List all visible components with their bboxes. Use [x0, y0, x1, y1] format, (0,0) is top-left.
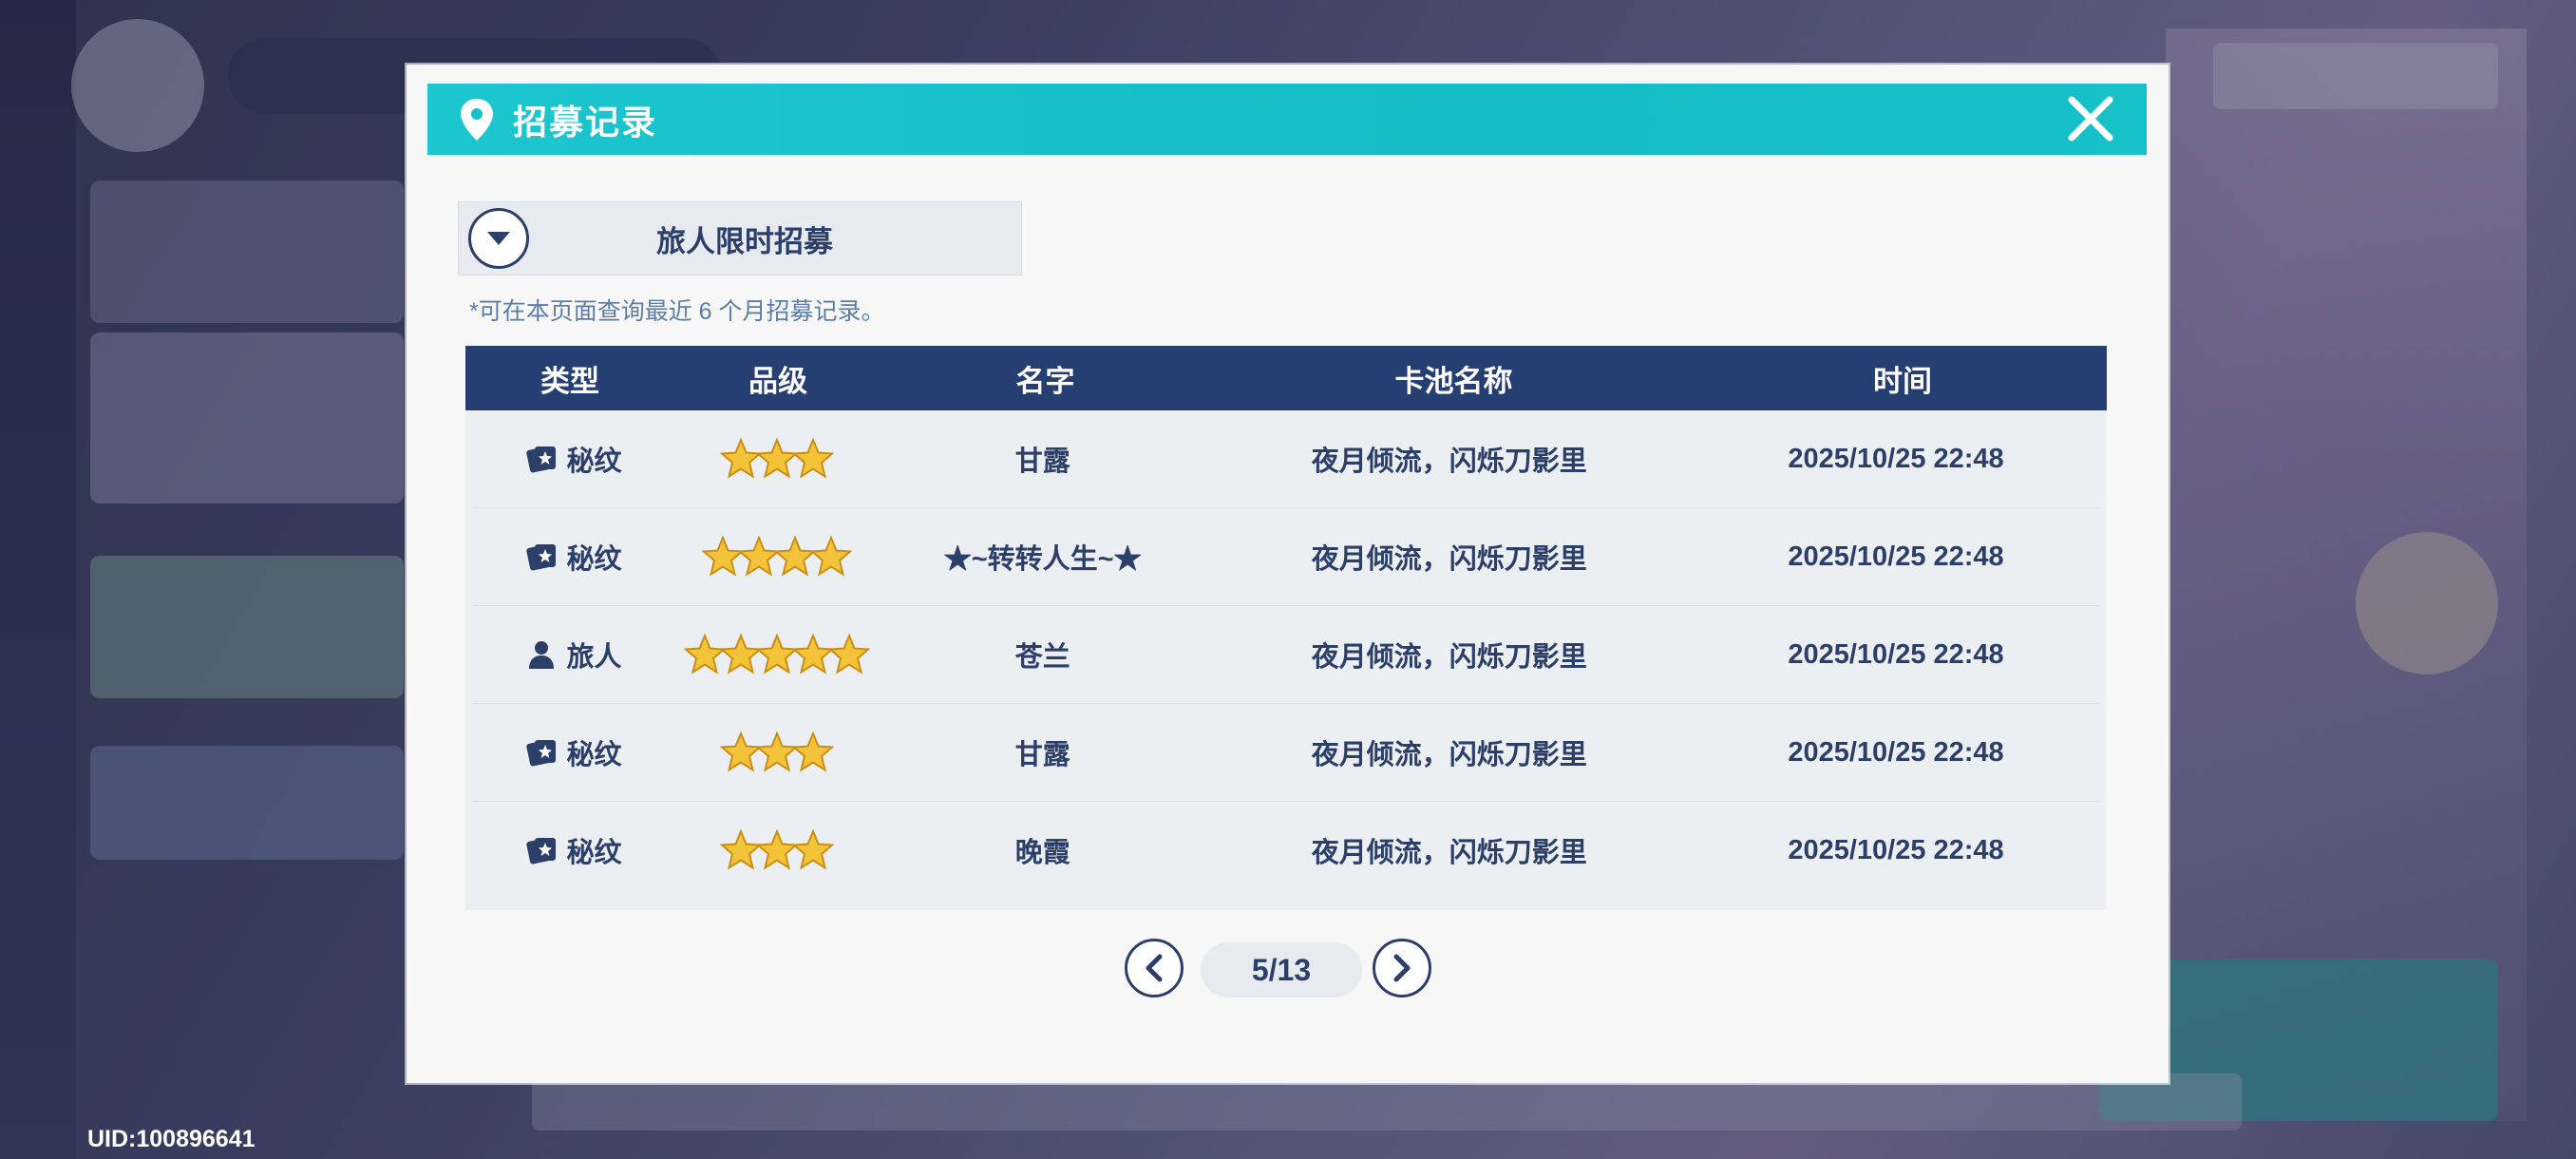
header-type: 类型 — [540, 364, 599, 398]
row-type: 秘纹 — [473, 732, 673, 772]
star-icon — [791, 731, 834, 772]
row-pool: 夜月倾流，闪烁刀影里 — [1311, 642, 1587, 673]
row-pool: 夜月倾流，闪烁刀影里 — [1311, 740, 1587, 770]
row-time: 2025/10/25 22:48 — [1788, 736, 2004, 768]
row-time: 2025/10/25 22:48 — [1788, 638, 2004, 670]
card-icon — [525, 740, 556, 767]
row-type: 秘纹 — [473, 439, 673, 479]
pool-selector[interactable]: 旅人限时招募 — [458, 201, 1022, 276]
row-pool: 夜月倾流，闪烁刀影里 — [1311, 544, 1587, 575]
row-pool: 夜月倾流，闪烁刀影里 — [1311, 838, 1587, 868]
card-icon — [525, 838, 556, 864]
table-row: 秘纹 甘露 夜月倾流，闪烁刀影里 2025/10/25 22:48 — [473, 410, 2099, 508]
row-grade — [673, 437, 880, 481]
row-time: 2025/10/25 22:48 — [1788, 541, 2004, 572]
row-name: 甘露 — [1014, 446, 1070, 477]
header-pool: 卡池名称 — [1394, 364, 1513, 398]
dialog-header: 招募记录 — [427, 84, 2147, 155]
row-time: 2025/10/25 22:48 — [1788, 443, 2004, 474]
table-row: 秘纹 晚霞 夜月倾流，闪烁刀影里 2025/10/25 22:48 — [473, 802, 2099, 899]
row-type-label: 秘纹 — [566, 446, 622, 477]
table-header: 类型 品级 名字 卡池名称 时间 — [465, 346, 2107, 410]
star-icon — [827, 633, 870, 674]
prev-page-button[interactable] — [1125, 939, 1184, 998]
row-grade — [673, 633, 880, 676]
table-body: 秘纹 甘露 夜月倾流，闪烁刀影里 2025/10/25 22:48 秘纹 ★~转转人生~★… — [465, 410, 2107, 899]
chevron-down-icon — [487, 232, 510, 245]
row-time: 2025/10/25 22:48 — [1788, 834, 2004, 865]
pagination: 5/13 — [407, 939, 2169, 1005]
card-icon — [525, 446, 556, 473]
row-name: 苍兰 — [1014, 642, 1070, 673]
row-grade — [673, 535, 880, 579]
card-icon — [525, 544, 556, 571]
location-pin-icon — [461, 98, 493, 141]
star-icon — [809, 535, 852, 577]
table-row: 旅人 苍兰 夜月倾流，闪烁刀影里 2025/10/25 22:48 — [473, 606, 2099, 704]
record-note: *可在本页面查询最近 6 个月招募记录。 — [469, 298, 885, 325]
table-row: 秘纹 ★~转转人生~★ 夜月倾流，闪烁刀影里 2025/10/25 22:48 — [473, 508, 2099, 606]
star-icon — [791, 437, 834, 479]
close-button[interactable] — [2063, 91, 2118, 146]
pool-name: 旅人限时招募 — [656, 224, 833, 258]
row-type-label: 秘纹 — [566, 740, 622, 770]
uid-label: UID:100896641 — [87, 1126, 256, 1152]
star-icon — [791, 828, 834, 870]
row-pool: 夜月倾流，闪烁刀影里 — [1311, 446, 1587, 477]
row-type: 旅人 — [473, 635, 673, 674]
row-name: ★~转转人生~★ — [943, 544, 1142, 575]
chevron-left-icon — [1146, 954, 1163, 982]
table-row: 秘纹 甘露 夜月倾流，闪烁刀影里 2025/10/25 22:48 — [473, 704, 2099, 802]
row-type-label: 秘纹 — [566, 544, 622, 575]
pool-dropdown-button[interactable] — [468, 208, 529, 269]
header-name: 名字 — [1015, 364, 1075, 398]
dialog-title: 招募记录 — [513, 102, 658, 142]
chevron-right-icon — [1393, 954, 1411, 982]
page-indicator: 5/13 — [1201, 942, 1362, 998]
row-name: 晚霞 — [1014, 838, 1070, 868]
row-grade — [673, 731, 880, 774]
row-type-label: 旅人 — [566, 642, 622, 673]
next-page-button[interactable] — [1373, 939, 1431, 998]
row-name: 甘露 — [1014, 740, 1070, 770]
recruit-record-table: 类型 品级 名字 卡池名称 时间 秘纹 甘露 夜月倾流，闪烁刀影里 2025/10/2… — [465, 346, 2107, 910]
row-type-label: 秘纹 — [566, 838, 622, 868]
header-grade: 品级 — [748, 364, 807, 398]
row-type: 秘纹 — [473, 537, 673, 577]
recruit-record-dialog: 招募记录 旅人限时招募 *可在本页面查询最近 6 个月招募记录。 类型 品级 名… — [407, 65, 2169, 1083]
row-type: 秘纹 — [473, 830, 673, 870]
person-icon — [528, 641, 554, 669]
header-time: 时间 — [1873, 364, 1932, 398]
row-grade — [673, 828, 880, 872]
